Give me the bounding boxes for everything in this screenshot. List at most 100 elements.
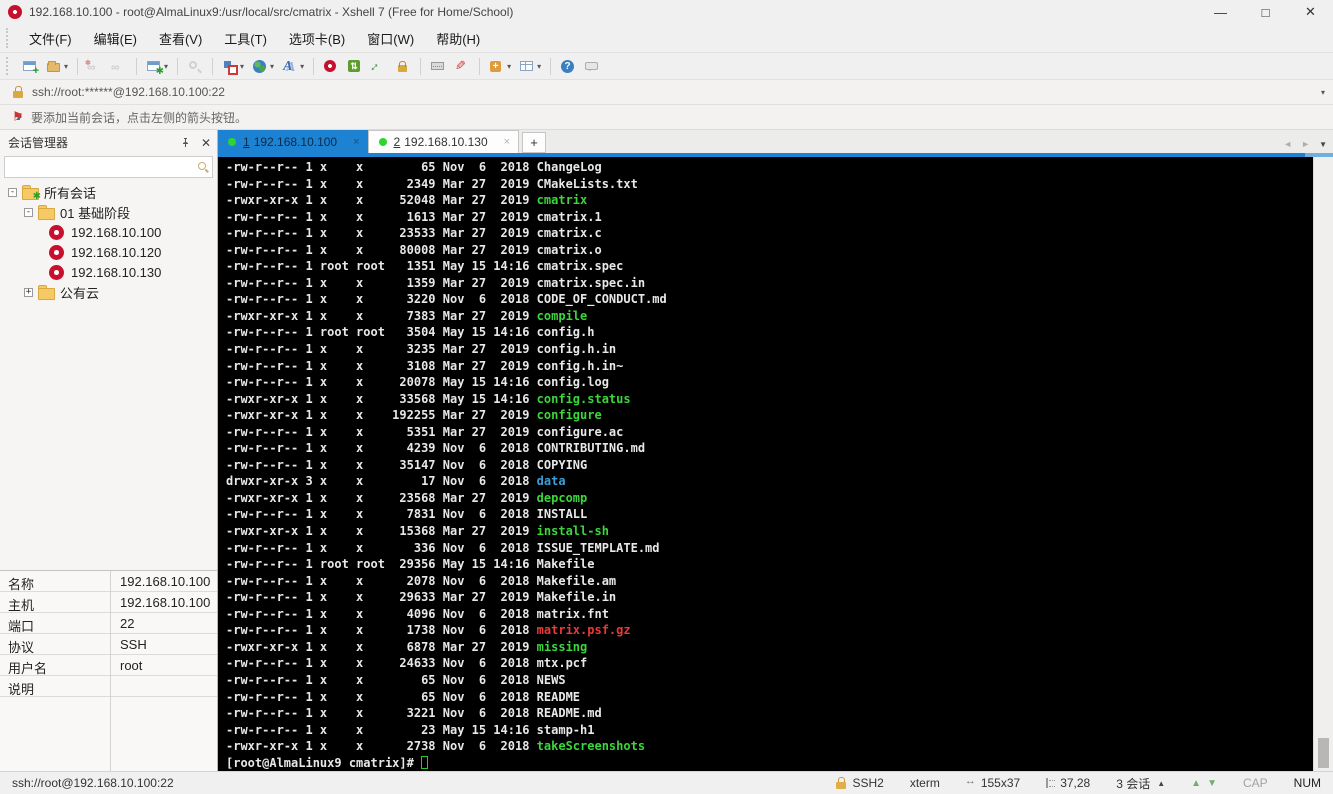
- scroll-down-icon[interactable]: ▼: [1207, 778, 1217, 789]
- open-session-button[interactable]: ▾: [43, 57, 71, 76]
- menu-edit[interactable]: 编辑(E): [83, 25, 148, 52]
- collapse-icon[interactable]: -: [8, 187, 17, 197]
- file-name: README: [536, 689, 581, 704]
- reconnect-button[interactable]: ∞: [108, 57, 130, 76]
- tab-list-dropdown-icon[interactable]: ▼: [1319, 140, 1327, 149]
- tab-scroll-left-icon[interactable]: ◄: [1283, 139, 1292, 149]
- terminal-line: -rwxr-xr-x 1 x x 2738 Nov 6 2018 takeScr…: [226, 739, 646, 754]
- file-name: cmatrix: [536, 193, 588, 208]
- panel-close-icon[interactable]: ✕: [201, 136, 211, 150]
- terminal-line: -rw-r--r-- 1 x x 29633 Mar 27 2019 Makef…: [226, 590, 617, 605]
- scroll-buttons[interactable]: ▲ ▼: [1191, 778, 1217, 789]
- xshell-button[interactable]: [320, 57, 342, 76]
- tab-session-130[interactable]: 2 192.168.10.130 ×: [367, 130, 520, 153]
- color-scheme-button[interactable]: ▾: [219, 57, 247, 76]
- maximize-button[interactable]: □: [1243, 0, 1288, 24]
- pin-icon[interactable]: [180, 137, 191, 148]
- property-value: [110, 676, 217, 696]
- status-session-count[interactable]: 3 会话 ▲: [1116, 775, 1165, 792]
- new-session-button[interactable]: +: [19, 57, 41, 76]
- sessions-dropdown-icon[interactable]: ▲: [1157, 779, 1165, 788]
- tab-close-icon[interactable]: ×: [353, 136, 359, 148]
- session-properties-button[interactable]: ✱ ▾: [143, 57, 171, 76]
- open-folder-icon: [46, 59, 62, 74]
- property-label: 名称: [8, 577, 35, 592]
- locale-button[interactable]: ▾: [249, 57, 277, 76]
- menu-tabs[interactable]: 选项卡(B): [278, 25, 356, 52]
- property-label: 说明: [8, 682, 35, 697]
- active-tab-strip: [218, 153, 1333, 157]
- tree-label: 01 基础阶段: [60, 205, 131, 221]
- expand-icon[interactable]: +: [24, 287, 33, 297]
- session-icon: [49, 244, 64, 260]
- file-name: cmatrix.1: [536, 209, 602, 224]
- file-name: mtx.pcf: [536, 656, 588, 671]
- scroll-up-icon[interactable]: ▲: [1191, 778, 1201, 789]
- feedback-button[interactable]: [581, 57, 603, 76]
- tab-session-100[interactable]: 1 192.168.10.100 ×: [218, 130, 368, 153]
- session-search-box[interactable]: [4, 156, 213, 178]
- menu-help[interactable]: 帮助(H): [425, 25, 491, 52]
- terminal-output[interactable]: -rw-r--r-- 1 x x 65 Nov 6 2018 ChangeLog…: [218, 157, 1313, 771]
- new-tab-button[interactable]: +: [522, 132, 547, 153]
- file-name: cmatrix.o: [536, 242, 602, 257]
- file-name: matrix.fnt: [536, 606, 609, 621]
- session-tree: - ✱ 所有会话 - 01 基础阶段 192.168.10.100 192.16…: [0, 182, 217, 302]
- tab-scroll-right-icon[interactable]: ►: [1301, 139, 1310, 149]
- disconnect-button[interactable]: ∞: [84, 57, 106, 76]
- collapse-icon[interactable]: -: [24, 207, 33, 217]
- tree-node-folder-basic[interactable]: - 01 基础阶段: [0, 202, 217, 222]
- tree-node-session-130[interactable]: 192.168.10.130: [0, 262, 217, 282]
- session-manager-title: 会话管理器: [8, 136, 69, 150]
- xftp-button[interactable]: ⇅: [344, 57, 366, 76]
- close-button[interactable]: ✕: [1288, 0, 1333, 24]
- file-name: config.h.in~: [536, 358, 624, 373]
- menu-file[interactable]: 文件(F): [18, 25, 83, 52]
- minimize-button[interactable]: —: [1198, 0, 1243, 24]
- property-value: 22: [120, 616, 135, 631]
- terminal-line: -rwxr-xr-x 1 x x 52048 Mar 27 2019 cmatr…: [226, 193, 588, 208]
- menu-view[interactable]: 查看(V): [148, 25, 213, 52]
- tab-number: 2: [393, 135, 401, 149]
- file-name: Makefile: [536, 557, 595, 572]
- split-view-button[interactable]: ▾: [516, 57, 544, 76]
- menu-tools[interactable]: 工具(T): [213, 25, 278, 52]
- virtual-keyboard-button[interactable]: [427, 57, 449, 76]
- tree-node-session-120[interactable]: 192.168.10.120: [0, 242, 217, 262]
- file-name: config.h: [536, 325, 595, 340]
- file-name: Makefile.am: [536, 573, 617, 588]
- address-bar[interactable]: ssh://root:******@192.168.10.100:22 ▾: [0, 79, 1333, 104]
- fullscreen-button[interactable]: ↕: [368, 57, 390, 76]
- file-name: cmatrix.spec: [536, 259, 624, 274]
- caps-lock-indicator: CAP: [1242, 776, 1268, 790]
- find-button[interactable]: [184, 57, 206, 76]
- terminal-line: -rw-r--r-- 1 x x 65 Nov 6 2018 README: [226, 689, 581, 704]
- tree-node-folder-cloud[interactable]: + 公有云: [0, 282, 217, 302]
- scrollbar-thumb[interactable]: [1318, 738, 1329, 768]
- tree-node-all-sessions[interactable]: - ✱ 所有会话: [0, 182, 217, 202]
- help-button[interactable]: ?: [557, 57, 579, 76]
- terminal-line: -rw-r--r-- 1 x x 4239 Nov 6 2018 CONTRIB…: [226, 441, 646, 456]
- address-dropdown-icon[interactable]: ▾: [1321, 88, 1325, 97]
- tab-close-icon[interactable]: ×: [504, 136, 510, 148]
- terminal-line: -rw-r--r-- 1 x x 336 Nov 6 2018 ISSUE_TE…: [226, 540, 660, 555]
- property-label: 用户名: [8, 661, 48, 676]
- highlight-pen-button[interactable]: ✎: [451, 57, 473, 76]
- lock-screen-button[interactable]: [392, 57, 414, 76]
- new-transfer-button[interactable]: + ▾: [486, 57, 514, 76]
- toolbar-separator: [550, 57, 552, 75]
- folder-icon: [38, 285, 55, 300]
- property-label: 主机: [8, 598, 35, 613]
- menu-window[interactable]: 窗口(W): [356, 25, 425, 52]
- connected-status-dot: [228, 137, 236, 146]
- terminal-line: -rw-r--r-- 1 x x 80008 Mar 27 2019 cmatr…: [226, 242, 602, 257]
- session-search-input[interactable]: [5, 157, 212, 177]
- tree-node-session-100[interactable]: 192.168.10.100: [0, 222, 217, 242]
- font-button[interactable]: A ▾: [279, 57, 307, 76]
- disconnect-icon: ∞: [85, 59, 103, 74]
- toolbar-separator: [212, 57, 214, 75]
- terminal-scrollbar[interactable]: [1313, 157, 1333, 771]
- file-name: missing: [536, 639, 588, 654]
- file-name: stamp-h1: [536, 722, 595, 737]
- terminal-line: -rw-r--r-- 1 root root 3504 May 15 14:16…: [226, 325, 595, 340]
